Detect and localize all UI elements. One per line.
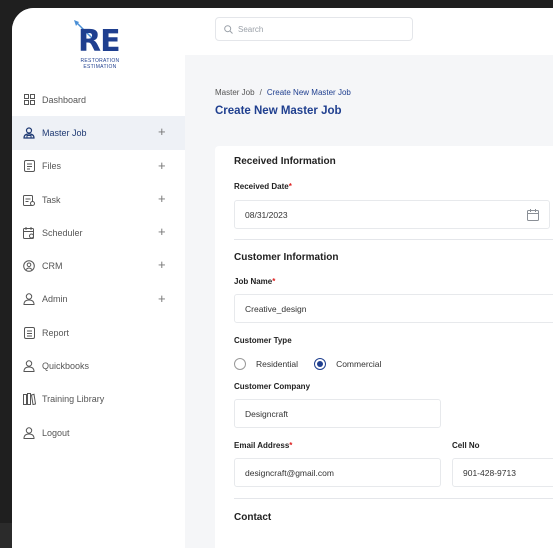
sidebar-item-label: Quickbooks — [42, 361, 90, 372]
sidebar-item-label: Master Job — [42, 127, 87, 138]
customer-section-title: Customer Information — [234, 252, 339, 263]
job-name-field[interactable]: Creative_design — [234, 294, 553, 323]
breadcrumb-current[interactable]: Create New Master Job — [267, 88, 351, 97]
radio-label: Residential — [256, 359, 299, 369]
user-icon — [22, 426, 36, 440]
search-input[interactable]: Search — [215, 17, 413, 41]
sidebar-item-quickbooks[interactable]: Quickbooks — [12, 349, 185, 382]
sidebar-item-label: CRM — [42, 261, 63, 272]
sidebar-item-label: Logout — [42, 427, 70, 438]
email-value: designcraft@gmail.com — [245, 467, 334, 478]
section-divider — [234, 498, 553, 499]
received-date-label: Received Date* — [234, 182, 292, 191]
sidebar-item-task[interactable]: Task + — [12, 183, 185, 216]
received-date-field[interactable]: 08/31/2023 — [234, 200, 550, 229]
sidebar-item-master-job[interactable]: Master Job + — [12, 116, 185, 150]
crm-icon — [22, 259, 36, 273]
task-icon — [22, 193, 36, 207]
breadcrumb-root[interactable]: Master Job — [215, 88, 255, 97]
top-bar: Search — [185, 8, 553, 55]
sidebar-item-training-library[interactable]: Training Library — [12, 383, 185, 416]
expand-plus-icon[interactable]: + — [158, 225, 166, 238]
radio-checked-icon[interactable] — [314, 358, 327, 370]
sidebar-item-label: Training Library — [42, 394, 105, 405]
received-date-value: 08/31/2023 — [245, 209, 288, 220]
customer-company-value: Designcraft — [245, 408, 288, 419]
main-content: Search Master Job / Create New Master Job … — [185, 8, 553, 548]
contact-section-title: Contact — [234, 512, 272, 523]
sidebar-item-label: Admin — [42, 294, 68, 305]
customer-type-residential[interactable]: Residential — [234, 358, 298, 370]
customer-company-field[interactable]: Designcraft — [234, 399, 441, 428]
report-icon — [22, 326, 36, 340]
job-name-label: Job Name* — [234, 277, 276, 286]
device-frame: RE RESTORATION ESTIMATION Dashboard Mast… — [0, 0, 553, 548]
cell-field[interactable]: 901-428-9713 — [452, 458, 553, 487]
dashboard-icon — [22, 93, 36, 107]
received-section-title: Received Information — [234, 156, 336, 167]
master-job-form: Received Information Received Date* 08/3… — [215, 146, 553, 548]
brand-logo[interactable]: RE RESTORATION ESTIMATION — [70, 18, 130, 74]
sidebar-item-scheduler[interactable]: Scheduler + — [12, 216, 185, 249]
breadcrumb: Master Job / Create New Master Job — [215, 88, 351, 97]
customer-company-label: Customer Company — [234, 382, 311, 391]
section-divider — [234, 239, 553, 240]
logo-letters: RE — [78, 24, 121, 59]
sidebar-item-label: Dashboard — [42, 94, 87, 105]
expand-plus-icon[interactable]: + — [158, 159, 166, 172]
expand-plus-icon[interactable]: + — [158, 292, 166, 305]
sidebar-item-report[interactable]: Report — [12, 316, 185, 349]
user-icon — [22, 292, 36, 306]
radio-unchecked-icon[interactable] — [234, 358, 246, 370]
sidebar-item-dashboard[interactable]: Dashboard — [12, 83, 185, 116]
sidebar-item-admin[interactable]: Admin + — [12, 283, 185, 316]
page-title: Create New Master Job — [215, 105, 342, 117]
expand-plus-icon[interactable]: + — [158, 192, 166, 205]
files-icon — [22, 159, 36, 173]
sidebar-item-label: Report — [42, 327, 70, 338]
customer-type-radio-group: Residential Commercial — [234, 358, 397, 370]
job-name-value: Creative_design — [245, 303, 307, 314]
sidebar-item-label: Files — [42, 161, 62, 172]
calendar-icon[interactable] — [527, 209, 539, 223]
app-window: RE RESTORATION ESTIMATION Dashboard Mast… — [12, 8, 553, 548]
sidebar-item-crm[interactable]: CRM + — [12, 249, 185, 282]
sidebar-item-logout[interactable]: Logout — [12, 416, 185, 449]
expand-plus-icon[interactable]: + — [158, 258, 166, 271]
sidebar: RE RESTORATION ESTIMATION Dashboard Mast… — [12, 8, 185, 548]
sidebar-item-label: Scheduler — [42, 227, 83, 238]
sidebar-item-label: Task — [42, 194, 61, 205]
master-job-icon — [22, 126, 36, 140]
sidebar-nav: Dashboard Master Job + Files + Task + Sc… — [12, 83, 185, 449]
search-icon — [224, 24, 233, 34]
email-label: Email Address* — [234, 441, 293, 450]
user-icon — [22, 359, 36, 373]
customer-type-commercial[interactable]: Commercial — [314, 358, 381, 370]
expand-plus-icon[interactable]: + — [158, 125, 166, 138]
cell-value: 901-428-9713 — [463, 467, 516, 478]
email-field[interactable]: designcraft@gmail.com — [234, 458, 441, 487]
logo-tagline: RESTORATION ESTIMATION — [80, 58, 120, 70]
calendar-icon — [22, 226, 36, 240]
library-icon — [22, 392, 36, 406]
search-placeholder: Search — [238, 24, 264, 34]
sidebar-item-files[interactable]: Files + — [12, 150, 185, 183]
radio-label: Commercial — [336, 359, 382, 369]
customer-type-label: Customer Type — [234, 336, 292, 345]
breadcrumb-separator: / — [259, 88, 262, 97]
cell-label: Cell No — [452, 441, 480, 450]
